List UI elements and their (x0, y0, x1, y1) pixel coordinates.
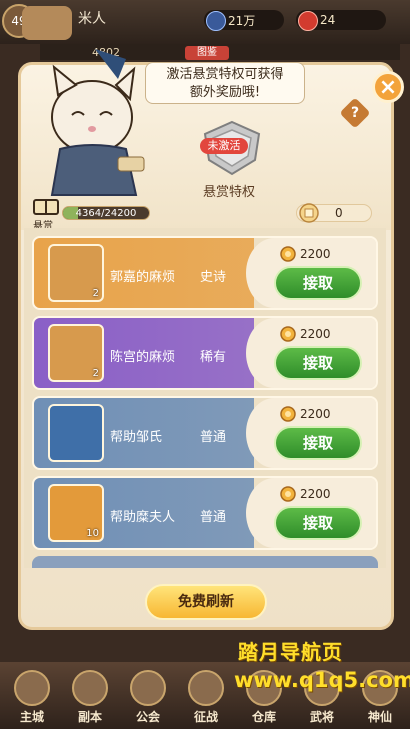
nav-item-label: 神仙 (367, 710, 392, 724)
nav-item-label: 武将 (309, 710, 334, 724)
quest-rarity: 稀有 (200, 350, 227, 365)
crystal-icon[interactable] (48, 404, 104, 462)
nav-item-label: 副本 (77, 710, 102, 724)
nav-item-icon (14, 670, 50, 706)
bounty-progress-text: 4364/24200 (75, 208, 137, 219)
quest-reward-value: 2200 (300, 327, 331, 341)
privilege-count-box: 0 (296, 203, 372, 223)
close-icon: × (378, 74, 398, 100)
quest-name: 郭嘉的麻烦 (110, 270, 176, 285)
nav-item-label: 公会 (135, 710, 160, 724)
close-button[interactable]: × (372, 71, 404, 103)
quest-item-count: 10 (86, 528, 99, 539)
scroll-icon[interactable]: 2 (48, 324, 104, 382)
quest-reward-value: 2200 (300, 247, 331, 261)
quest-item-count: 2 (92, 288, 99, 299)
hint-speech-bubble: 激活悬赏特权可获得 额外奖励哦! (145, 62, 305, 104)
quest-rarity: 史诗 (200, 270, 227, 285)
quest-name: 帮助邹氏 (110, 430, 163, 445)
coin-icon (280, 326, 296, 342)
hint-line-1: 激活悬赏特权可获得 (166, 67, 284, 82)
player-name: 米人 (78, 11, 106, 27)
nav-item-label: 征战 (193, 710, 218, 724)
quest-rarity: 普通 (200, 430, 227, 445)
free-refresh-button[interactable]: 免费刷新 (145, 584, 267, 620)
coin-icon (280, 406, 296, 422)
cat-character-illustration (50, 49, 145, 196)
watermark-title: 踏月导航页 (238, 640, 343, 664)
quest-card[interactable]: 帮助邹氏 普通 2200 接取 (32, 396, 378, 470)
gold-ingot-icon[interactable]: 10 (48, 484, 104, 542)
coin-icon (280, 246, 296, 262)
quest-card[interactable]: 2 郭嘉的麻烦 史诗 2200 接取 (32, 236, 378, 310)
silver-resource[interactable]: 21万 (204, 10, 284, 31)
quest-card[interactable]: 2 陈宫的麻烦 稀有 2200 接取 (32, 316, 378, 390)
nav-item[interactable]: 副本 (62, 668, 118, 726)
avatar[interactable] (22, 6, 72, 40)
nav-item[interactable]: 公会 (120, 668, 176, 726)
gold-value: 24 (320, 13, 336, 27)
quest-name: 陈宫的麻烦 (110, 350, 176, 365)
nav-item[interactable]: 主城 (4, 668, 60, 726)
gold-icon (298, 11, 318, 31)
question-icon: ? (350, 105, 360, 121)
privilege-label: 悬赏特权 (203, 185, 256, 200)
nav-item-icon (72, 670, 108, 706)
privilege-count: 0 (335, 206, 343, 220)
scroll-icon[interactable]: 2 (48, 244, 104, 302)
nav-item-icon (188, 670, 224, 706)
accept-button[interactable]: 接取 (274, 346, 362, 380)
privilege-status-badge: 未激活 (200, 138, 248, 154)
bounty-progress-bar: 4364/24200 (62, 206, 150, 220)
accept-button[interactable]: 接取 (274, 506, 362, 540)
accept-button[interactable]: 接取 (274, 266, 362, 300)
quest-rarity: 普通 (200, 510, 227, 525)
nav-item-label: 仓库 (251, 710, 276, 724)
nav-item[interactable]: 征战 (178, 668, 234, 726)
quest-reward-value: 2200 (300, 407, 331, 421)
watermark-url: www.q1q5.com (234, 668, 410, 692)
gold-resource[interactable]: 24 (296, 10, 386, 31)
ticket-icon (299, 203, 319, 223)
quest-card-partial (32, 556, 378, 568)
nav-item-icon (130, 670, 166, 706)
coin-icon (280, 486, 296, 502)
quest-card[interactable]: 10 帮助糜夫人 普通 2200 接取 (32, 476, 378, 550)
quest-reward-value: 2200 (300, 487, 331, 501)
accept-button[interactable]: 接取 (274, 426, 362, 460)
hint-line-2: 额外奖励哦! (189, 85, 261, 100)
nav-item-label: 主城 (19, 710, 44, 724)
silver-icon (206, 11, 226, 31)
sub-tag[interactable]: 图鉴 (185, 46, 229, 60)
silver-value: 21万 (228, 13, 256, 28)
quest-item-count: 2 (92, 368, 99, 379)
quest-name: 帮助糜夫人 (110, 510, 176, 525)
